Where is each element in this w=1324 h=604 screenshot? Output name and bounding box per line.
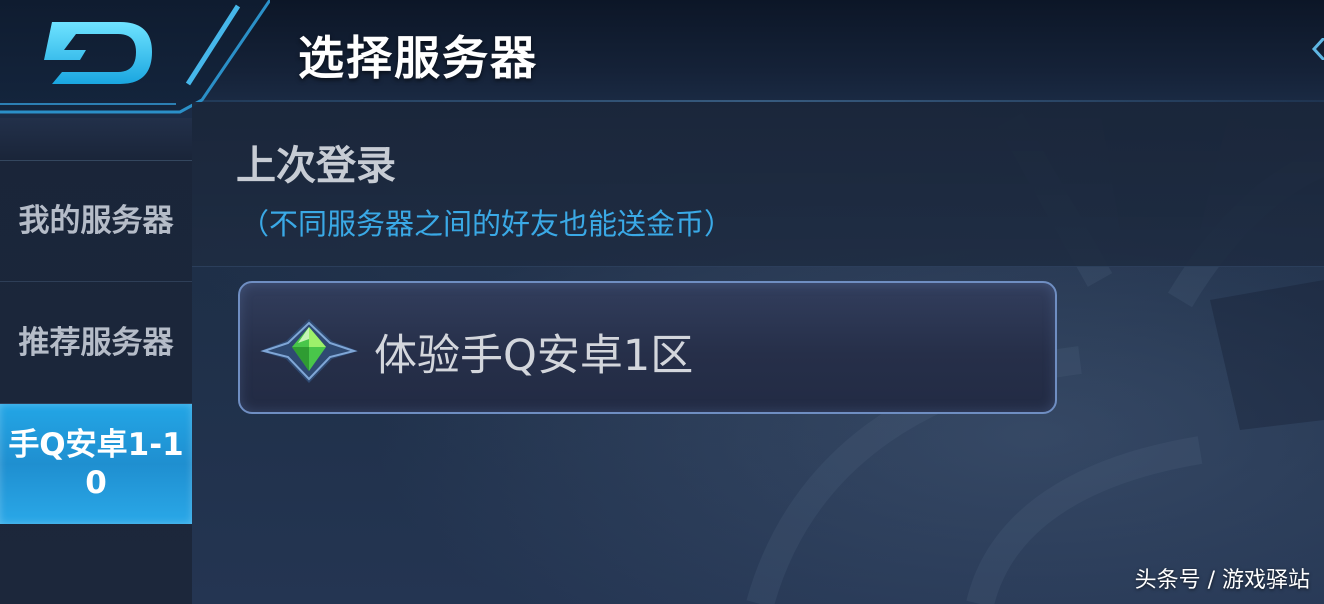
back-d-icon <box>0 0 272 114</box>
sidebar-item-my-servers[interactable]: 我的服务器 <box>0 160 192 282</box>
back-button[interactable] <box>0 0 272 118</box>
sidebar-crest <box>0 118 192 161</box>
sidebar-item-shouq-android[interactable]: 手Q安卓1-10 <box>0 404 192 524</box>
page-title: 选择服务器 <box>298 31 538 85</box>
sidebar-item-label: 推荐服务器 <box>18 324 174 361</box>
edge-arrow-icon <box>1311 38 1324 60</box>
sidebar-item-recommended-servers[interactable]: 推荐服务器 <box>0 282 192 404</box>
sidebar-item-label: 手Q安卓1-10 <box>8 427 184 501</box>
section-hint: （不同服务器之间的好友也能送金币） <box>240 207 734 241</box>
section-title: 上次登录 <box>236 143 396 189</box>
watermark: 头条号 / 游戏驿站 <box>1134 568 1310 593</box>
server-name: 体验手Q安卓1区 <box>374 331 694 381</box>
green-gem-icon <box>260 319 358 383</box>
sidebar-item-label: 我的服务器 <box>18 203 174 239</box>
server-card[interactable]: 体验手Q安卓1区 <box>238 281 1057 414</box>
